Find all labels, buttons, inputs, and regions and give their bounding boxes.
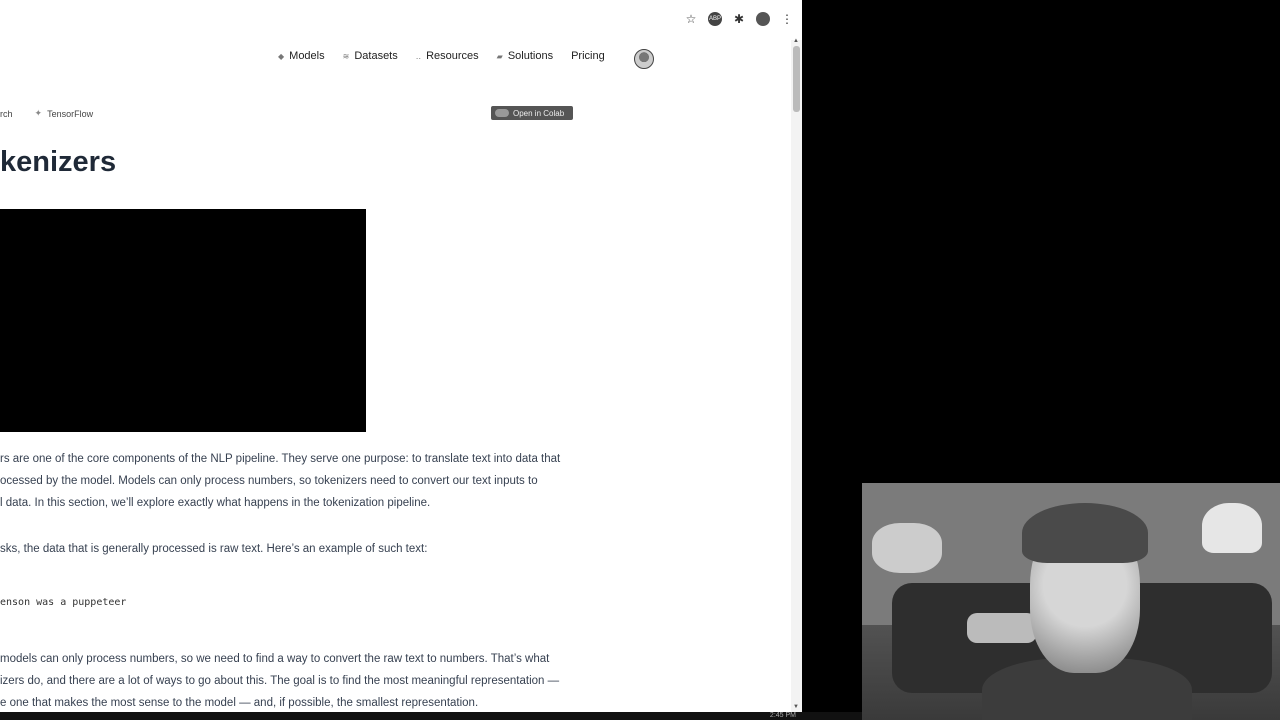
top-nav: ◆ Models ≋ Datasets ‥ Resources ▰ Soluti…	[278, 50, 605, 62]
taskbar-clock: 2:45 PM	[769, 712, 796, 719]
nav-label: Pricing	[571, 50, 605, 62]
nav-label: Models	[289, 50, 325, 62]
profile-icon[interactable]	[756, 12, 770, 26]
nav-item-resources[interactable]: ‥ Resources	[416, 50, 479, 62]
nav-item-solutions[interactable]: ▰ Solutions	[497, 50, 553, 62]
nav-item-models[interactable]: ◆ Models	[278, 50, 325, 62]
text-line: izers do, and there are a lot of ways to…	[0, 675, 560, 687]
scroll-down-icon[interactable]: ▼	[793, 704, 799, 710]
browser-window: ☆ ABP ✱ ⋮ ◆ Models ≋ Datasets ‥ Resource…	[0, 0, 802, 712]
resources-icon: ‥	[415, 51, 422, 61]
paragraph-numbers: models can only process numbers, so we n…	[0, 648, 580, 712]
text-line: sks, the data that is generally processe…	[0, 543, 428, 555]
vertical-scrollbar[interactable]: ▲ ▼	[791, 38, 802, 712]
person-hair	[1022, 503, 1148, 563]
code-sample: enson was a puppeteer	[0, 597, 127, 608]
tab-tensorflow-label: TensorFlow	[47, 108, 94, 119]
nav-label: Resources	[426, 50, 479, 62]
datasets-icon: ≋	[342, 51, 350, 61]
colab-label: Open in Colab	[513, 108, 565, 118]
nav-label: Solutions	[507, 50, 554, 62]
lamp-shape	[872, 523, 942, 573]
extensions-icon[interactable]: ✱	[732, 12, 746, 26]
cushion-shape	[967, 613, 1037, 643]
webcam-overlay	[862, 483, 1280, 720]
star-icon[interactable]: ☆	[684, 12, 698, 26]
nav-item-datasets[interactable]: ≋ Datasets	[343, 50, 398, 62]
nav-item-pricing[interactable]: Pricing	[571, 50, 605, 62]
text-line: rs are one of the core components of the…	[0, 453, 561, 465]
adblock-icon[interactable]: ABP	[708, 12, 722, 26]
tensorflow-icon: ✦	[34, 108, 43, 118]
open-in-colab-button[interactable]: Open in Colab	[491, 106, 573, 120]
text-line: e one that makes the most sense to the m…	[0, 697, 479, 709]
browser-toolbar: ☆ ABP ✱ ⋮	[684, 12, 794, 26]
scroll-up-icon[interactable]: ▲	[793, 38, 799, 44]
nav-label: Datasets	[354, 50, 398, 62]
text-line: models can only process numbers, so we n…	[0, 653, 550, 665]
solutions-icon: ▰	[496, 51, 503, 61]
scrollbar-thumb[interactable]	[793, 46, 800, 112]
more-menu-icon[interactable]: ⋮	[780, 12, 794, 26]
text-line: l data. In this section, we’ll explore e…	[0, 497, 431, 509]
user-avatar[interactable]	[634, 49, 654, 69]
colab-icon	[495, 109, 509, 117]
page-title: kenizers	[0, 146, 117, 178]
paragraph-text-example: sks, the data that is generally processe…	[0, 538, 580, 560]
tab-pytorch[interactable]: rch	[0, 109, 13, 119]
intro-paragraph: rs are one of the core components of the…	[0, 448, 580, 514]
ghost-decoration	[1202, 503, 1262, 553]
text-line: ocessed by the model. Models can only pr…	[0, 475, 538, 487]
embedded-video[interactable]	[0, 209, 366, 432]
tab-tensorflow[interactable]: ✦ TensorFlow	[35, 108, 94, 119]
framework-tabs: rch ✦ TensorFlow	[0, 108, 93, 119]
taskbar: 2:45 PM	[0, 712, 862, 720]
models-icon: ◆	[278, 51, 285, 61]
